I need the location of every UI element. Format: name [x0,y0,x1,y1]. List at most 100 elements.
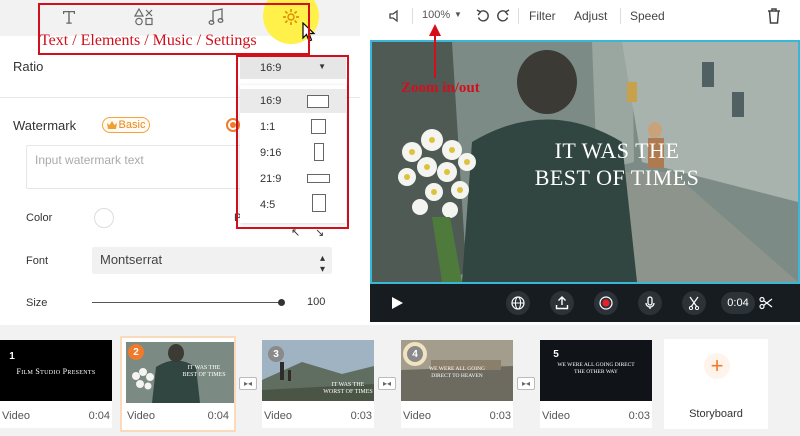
clip-number: 1 [9,350,15,362]
watermark-label: Watermark [13,118,77,133]
globe-icon [511,296,525,310]
record-icon [599,296,613,310]
storyboard: Film Studio Presents 1 Video 0:04 IT WAS… [0,325,800,436]
annotation-label-tabs: Text / Elements / Music / Settings [40,32,257,49]
font-select[interactable]: Montserrat ▴ ▾ [92,247,332,275]
ratio-option-label: 16:9 [260,95,282,107]
storyboard-clip[interactable]: WE WERE ALL GOING DIRECT TO HEAVEN 4 Vide… [401,340,513,428]
thumb-line: BEST OF TIMES [182,372,226,378]
clip-type: Video [264,410,292,422]
ratio-shape-16x9-icon [307,95,329,108]
clip-duration: 0:03 [628,410,650,422]
transition-icon[interactable]: ▸◂ [239,377,257,390]
add-storyboard-button[interactable]: + Storyboard [664,339,768,429]
clip-duration: 0:04 [207,410,229,422]
clip-duration: 0:03 [489,410,511,422]
clip-number: 3 [268,346,284,362]
clip-number: 5 [553,348,559,360]
toolbar-separator [412,8,413,24]
ratio-shape-21x9-icon [307,174,330,183]
annotation-label-zoom: Zoom in/out [401,80,480,96]
preview-caption: IT WAS THE BEST OF TIMES [492,137,742,191]
settings-panel: Text / Elements / Music / Settings Ratio… [0,0,360,320]
microphone-button[interactable] [638,291,662,315]
font-label: Font [26,255,49,267]
filter-button[interactable]: Filter [529,9,556,23]
font-select-value: Montserrat [100,252,163,267]
transition-icon[interactable]: ▸◂ [378,377,396,390]
clip-duration: 0:03 [350,410,372,422]
toolbar-separator [620,8,621,24]
ratio-shape-1x1-icon [311,119,326,134]
ratio-option-label: 21:9 [260,173,282,185]
thumb-line: THE OTHER WAY [574,369,618,375]
caret-down-icon[interactable]: ▼ [454,10,462,19]
thumb-line: IT WAS THE [187,365,221,371]
play-icon[interactable] [390,296,404,310]
ratio-dropdown-menu: 16:9 1:1 9:16 21:9 4:5 [240,85,346,223]
size-value: 100 [307,296,326,308]
ratio-option[interactable]: 1:1 [240,115,346,139]
ratio-option[interactable]: 4:5 [240,193,346,217]
undo-icon[interactable] [476,9,490,23]
zoom-level[interactable]: 100% [422,9,450,21]
updown-chevron-icon: ▴ ▾ [319,253,325,275]
ratio-select[interactable]: 16:9 ▼ [240,57,346,79]
storyboard-clip[interactable]: Film Studio Presents 1 Video 0:04 [0,340,112,428]
ratio-option-label: 9:16 [260,147,282,159]
transition-icon[interactable]: ▸◂ [517,377,535,390]
basic-badge-label: Basic [118,119,146,131]
caption-line: IT WAS THE [554,138,680,163]
thumb-line: DIRECT TO HEAVEN [431,373,483,379]
clip-type: Video [127,410,155,422]
playback-bar: 0:04 [370,284,800,322]
ratio-shape-9x16-icon [314,143,324,161]
annotation-arrow-icon [429,24,441,78]
storyboard-clip-selected[interactable]: IT WAS THE BEST OF TIMES 2 Video 0:04 [120,336,236,432]
storyboard-clip[interactable]: WE WERE ALL GOING DIRECT THE OTHER WAY 5 … [540,340,652,428]
clip-type: Video [542,410,570,422]
speed-button[interactable]: Speed [630,9,665,23]
clip-thumb-text: WE WERE ALL GOING DIRECT THE OTHER WAY [540,362,652,376]
thumb-line: WE WERE ALL GOING [428,366,486,372]
globe-button[interactable] [506,291,530,315]
ratio-option[interactable]: 21:9 [240,167,346,191]
redo-icon[interactable] [496,9,510,23]
split-scissors-icon [688,296,700,310]
thumb-line: WORST OF TIMES [323,389,373,395]
size-label: Size [26,297,48,309]
color-swatch[interactable] [94,208,114,228]
clip-thumb-text: Film Studio Presents [16,367,96,376]
scissors-icon[interactable] [759,296,773,310]
caption-line: BEST OF TIMES [534,165,700,190]
clip-type: Video [403,410,431,422]
split-button[interactable] [682,291,706,315]
volume-icon[interactable] [388,8,404,24]
clip-thumb-text: IT WAS THE WORST OF TIMES [292,382,374,396]
upload-icon [555,296,569,310]
storyboard-clip[interactable]: IT WAS THE WORST OF TIMES 3 Video 0:03 [262,340,374,428]
ratio-option[interactable]: 9:16 [240,141,346,165]
clip-duration: 0:04 [88,410,110,422]
crown-icon [106,121,117,129]
clip-type: Video [2,410,30,422]
clip-number: 2 [128,344,144,360]
ratio-shape-4x5-icon [312,194,326,212]
size-slider-thumb[interactable] [277,299,285,306]
ratio-option-label: 1:1 [260,121,276,133]
thumb-line: IT WAS THE [331,382,365,388]
ratio-option[interactable]: 16:9 [240,89,346,113]
export-button[interactable] [550,291,574,315]
thumb-line: WE WERE ALL GOING DIRECT [557,362,635,368]
trash-icon[interactable] [767,8,781,24]
ratio-option-label: 4:5 [260,199,276,211]
plus-icon: + [704,353,730,379]
caret-down-icon: ▼ [318,62,326,71]
record-button[interactable] [594,291,618,315]
clip-number: 4 [407,346,423,362]
storyboard-label: Storyboard [689,408,743,420]
size-slider-track[interactable] [92,302,282,303]
toolbar-separator [518,8,519,24]
adjust-button[interactable]: Adjust [574,9,607,23]
clip-thumb-text: IT WAS THE BEST OF TIMES [150,365,234,379]
